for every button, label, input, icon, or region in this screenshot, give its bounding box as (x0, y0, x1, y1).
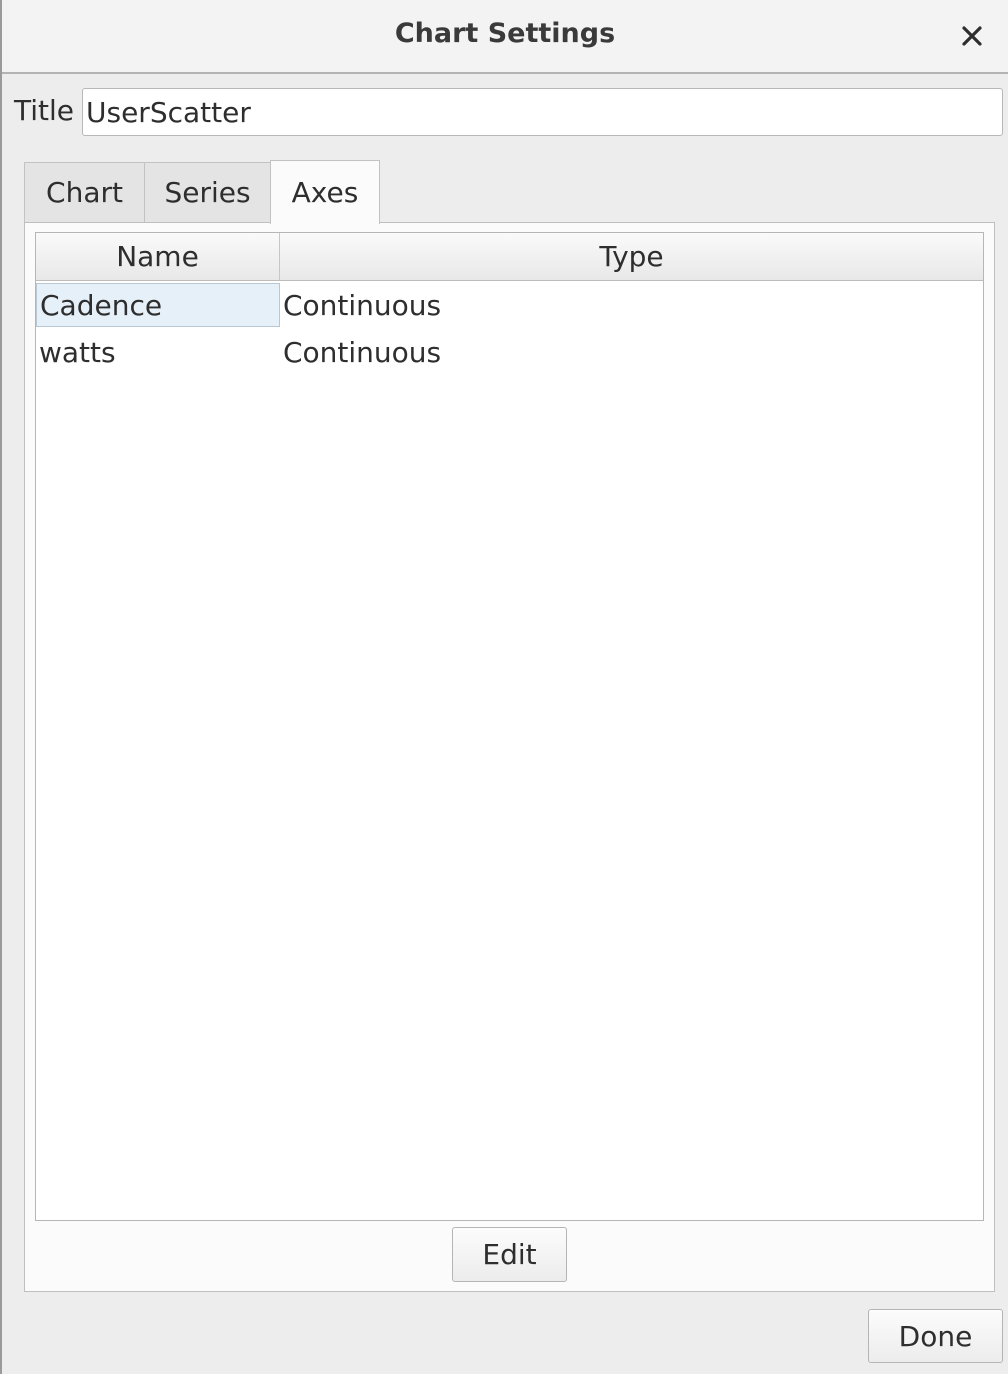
tab-series[interactable]: Series (144, 162, 271, 222)
chart-settings-dialog: Chart Settings Title Chart Series Axes N… (0, 0, 1008, 1374)
edit-button[interactable]: Edit (452, 1227, 567, 1282)
tab-axes[interactable]: Axes (270, 160, 380, 224)
tab-chart[interactable]: Chart (24, 162, 145, 222)
table-header: Name Type (36, 233, 983, 281)
table-row[interactable]: watts Continuous (36, 330, 983, 374)
axis-name-cell[interactable]: watts (36, 330, 280, 374)
column-header-type[interactable]: Type (280, 233, 983, 280)
close-icon (962, 26, 982, 46)
axis-type-cell[interactable]: Continuous (280, 283, 983, 327)
title-label: Title (14, 94, 75, 127)
column-header-name[interactable]: Name (36, 233, 280, 280)
dialog-title: Chart Settings (394, 18, 616, 49)
close-button[interactable] (954, 18, 990, 54)
dialog-titlebar: Chart Settings (2, 0, 1008, 74)
title-input[interactable] (82, 88, 1003, 136)
axis-type-cell[interactable]: Continuous (280, 330, 983, 374)
done-button[interactable]: Done (868, 1309, 1003, 1363)
axes-table[interactable]: Name Type Cadence Continuous watts Conti… (35, 232, 984, 1221)
axis-name-cell[interactable]: Cadence (36, 283, 280, 327)
table-row[interactable]: Cadence Continuous (36, 283, 983, 327)
